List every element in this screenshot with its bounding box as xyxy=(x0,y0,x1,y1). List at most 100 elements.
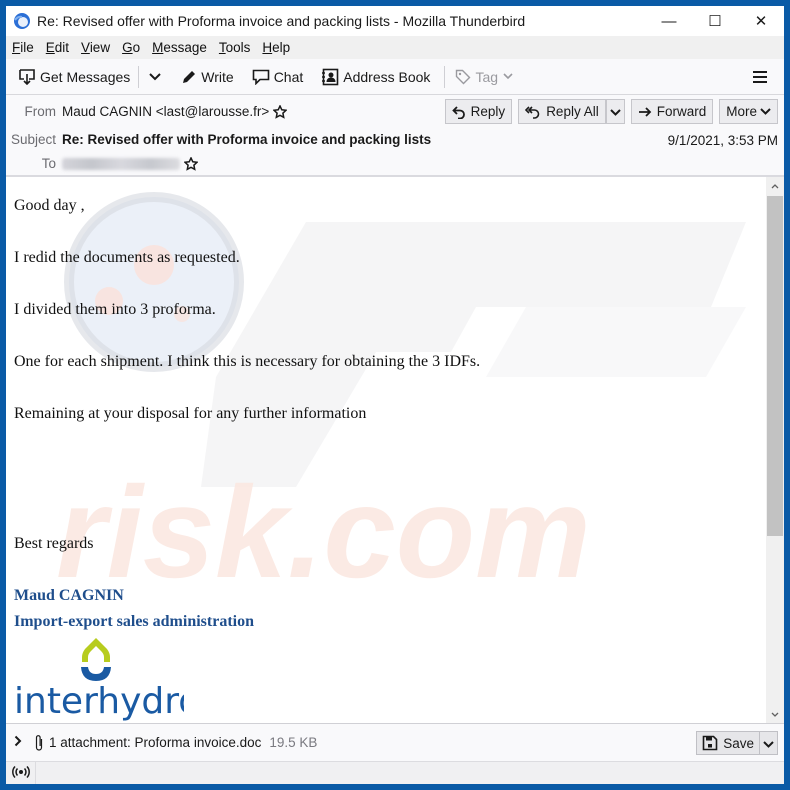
chevron-down-icon xyxy=(760,108,771,115)
main-toolbar: Get Messages Write Chat Address Book Tag xyxy=(6,59,784,95)
write-label: Write xyxy=(201,68,234,85)
menu-message-accel: M xyxy=(152,40,164,55)
window-title: Re: Revised offer with Proforma invoice … xyxy=(37,13,526,29)
scroll-down-button[interactable] xyxy=(766,705,784,723)
get-messages-dropdown[interactable] xyxy=(145,63,165,91)
menu-view[interactable]: View xyxy=(81,40,110,55)
body-paragraph: I divided them into 3 proforma. xyxy=(14,301,216,318)
get-messages-label: Get Messages xyxy=(40,68,131,85)
floppy-disk-icon xyxy=(702,735,718,751)
more-button[interactable]: More xyxy=(719,99,778,124)
menu-tools-accel: T xyxy=(218,40,226,55)
menu-view-accel: V xyxy=(81,40,90,55)
download-message-icon xyxy=(18,68,36,85)
recipient-redacted xyxy=(62,157,180,170)
reply-all-dropdown[interactable] xyxy=(605,99,625,124)
get-messages-button[interactable]: Get Messages xyxy=(14,63,134,91)
save-button[interactable]: Save xyxy=(696,731,760,755)
message-date: 9/1/2021, 3:53 PM xyxy=(667,133,778,148)
chat-button[interactable]: Chat xyxy=(248,63,308,91)
reply-arrow-icon xyxy=(451,105,466,119)
menu-help-label: elp xyxy=(272,40,291,55)
menu-bar: File Edit View Go Message Tools Help xyxy=(6,36,784,59)
forward-label: Forward xyxy=(656,104,707,119)
menu-edit-label: dit xyxy=(54,40,70,55)
reply-all-arrow-icon xyxy=(525,105,541,119)
reply-all-label: Reply All xyxy=(546,104,599,119)
attachment-summary[interactable]: 1 attachment: Proforma invoice.doc xyxy=(49,735,261,750)
message-header: From Maud CAGNIN <last@larousse.fr> Subj… xyxy=(6,95,784,177)
star-icon[interactable] xyxy=(184,156,198,171)
menu-edit-accel: E xyxy=(45,40,55,55)
chevron-down-icon xyxy=(610,104,621,119)
thunderbird-logo-icon xyxy=(13,12,31,30)
chat-bubble-icon xyxy=(252,69,270,85)
menu-file-label: ile xyxy=(20,40,34,55)
subject-label: Subject xyxy=(10,132,56,147)
save-label: Save xyxy=(723,735,754,751)
write-button[interactable]: Write xyxy=(177,63,237,91)
status-bar xyxy=(6,761,784,784)
menu-file[interactable]: File xyxy=(12,40,34,55)
tag-button[interactable]: Tag xyxy=(451,63,517,91)
menu-message-label: essage xyxy=(163,40,207,55)
signature-name: Maud CAGNIN xyxy=(14,587,124,604)
expand-attachments-toggle[interactable] xyxy=(14,735,22,750)
chevron-down-icon xyxy=(763,736,774,751)
tag-label: Tag xyxy=(475,68,499,85)
close-button[interactable]: ✕ xyxy=(738,6,784,36)
menu-help[interactable]: Help xyxy=(262,40,290,55)
minimize-button[interactable]: — xyxy=(646,6,692,36)
message-body[interactable]: risk.com Good day , I redid the document… xyxy=(6,177,766,723)
menu-go[interactable]: Go xyxy=(122,40,140,55)
chevron-right-icon xyxy=(14,735,22,750)
menu-edit[interactable]: Edit xyxy=(46,40,69,55)
forward-button[interactable]: Forward xyxy=(630,99,714,124)
subject-value: Re: Revised offer with Proforma invoice … xyxy=(62,132,432,147)
menu-tools[interactable]: Tools xyxy=(219,40,251,55)
star-icon[interactable] xyxy=(273,104,288,119)
chevron-down-icon xyxy=(149,68,161,86)
app-menu-button[interactable] xyxy=(752,68,768,89)
header-actions: Reply Reply All Forward More xyxy=(439,99,778,124)
to-label: To xyxy=(41,156,56,171)
address-book-button[interactable]: Address Book xyxy=(317,63,434,91)
from-row: From Maud CAGNIN <last@larousse.fr> xyxy=(6,104,288,119)
hamburger-menu-icon xyxy=(752,68,768,88)
from-label: From xyxy=(24,104,57,119)
reply-label: Reply xyxy=(470,104,506,119)
chevron-down-icon xyxy=(503,73,513,80)
forward-arrow-icon xyxy=(638,106,652,118)
maximize-button[interactable]: ☐ xyxy=(692,6,738,36)
body-paragraph: One for each shipment. I think this is n… xyxy=(14,353,481,370)
body-paragraph: I redid the documents as requested. xyxy=(14,249,240,266)
from-value[interactable]: Maud CAGNIN <last@larousse.fr> xyxy=(62,104,269,119)
online-status-button[interactable] xyxy=(6,761,36,784)
body-paragraph: Remaining at your disposal for any furth… xyxy=(14,405,367,422)
attachment-size: 19.5 KB xyxy=(269,735,318,750)
attachment-bar: 1 attachment: Proforma invoice.doc 19.5 … xyxy=(6,723,784,761)
scroll-thumb[interactable] xyxy=(767,196,783,536)
subject-row: Subject Re: Revised offer with Proforma … xyxy=(6,132,431,147)
reply-all-split: Reply All xyxy=(518,99,625,124)
more-label: More xyxy=(726,104,757,119)
chat-label: Chat xyxy=(273,68,304,85)
thunderbird-window: Re: Revised offer with Proforma invoice … xyxy=(6,6,784,784)
menu-tools-label: ools xyxy=(225,40,251,55)
body-scrollbar[interactable] xyxy=(766,177,784,723)
pencil-icon xyxy=(181,69,197,85)
save-split-button: Save xyxy=(696,731,778,755)
scroll-up-button[interactable] xyxy=(766,177,784,195)
interhydro-logo: interhydro xyxy=(14,635,200,723)
signature-role: Import-export sales administration xyxy=(14,613,254,630)
save-dropdown[interactable] xyxy=(760,731,778,755)
interhydro-drop-icon: interhydro xyxy=(14,638,200,722)
menu-message[interactable]: Message xyxy=(152,40,207,55)
logo-wordmark: interhydro xyxy=(14,681,184,722)
menu-file-accel: F xyxy=(12,40,21,55)
menu-help-accel: H xyxy=(262,40,273,55)
reply-all-button[interactable]: Reply All xyxy=(518,99,606,124)
menu-go-label: o xyxy=(132,40,141,55)
reply-button[interactable]: Reply xyxy=(444,99,513,124)
title-bar: Re: Revised offer with Proforma invoice … xyxy=(6,6,784,36)
